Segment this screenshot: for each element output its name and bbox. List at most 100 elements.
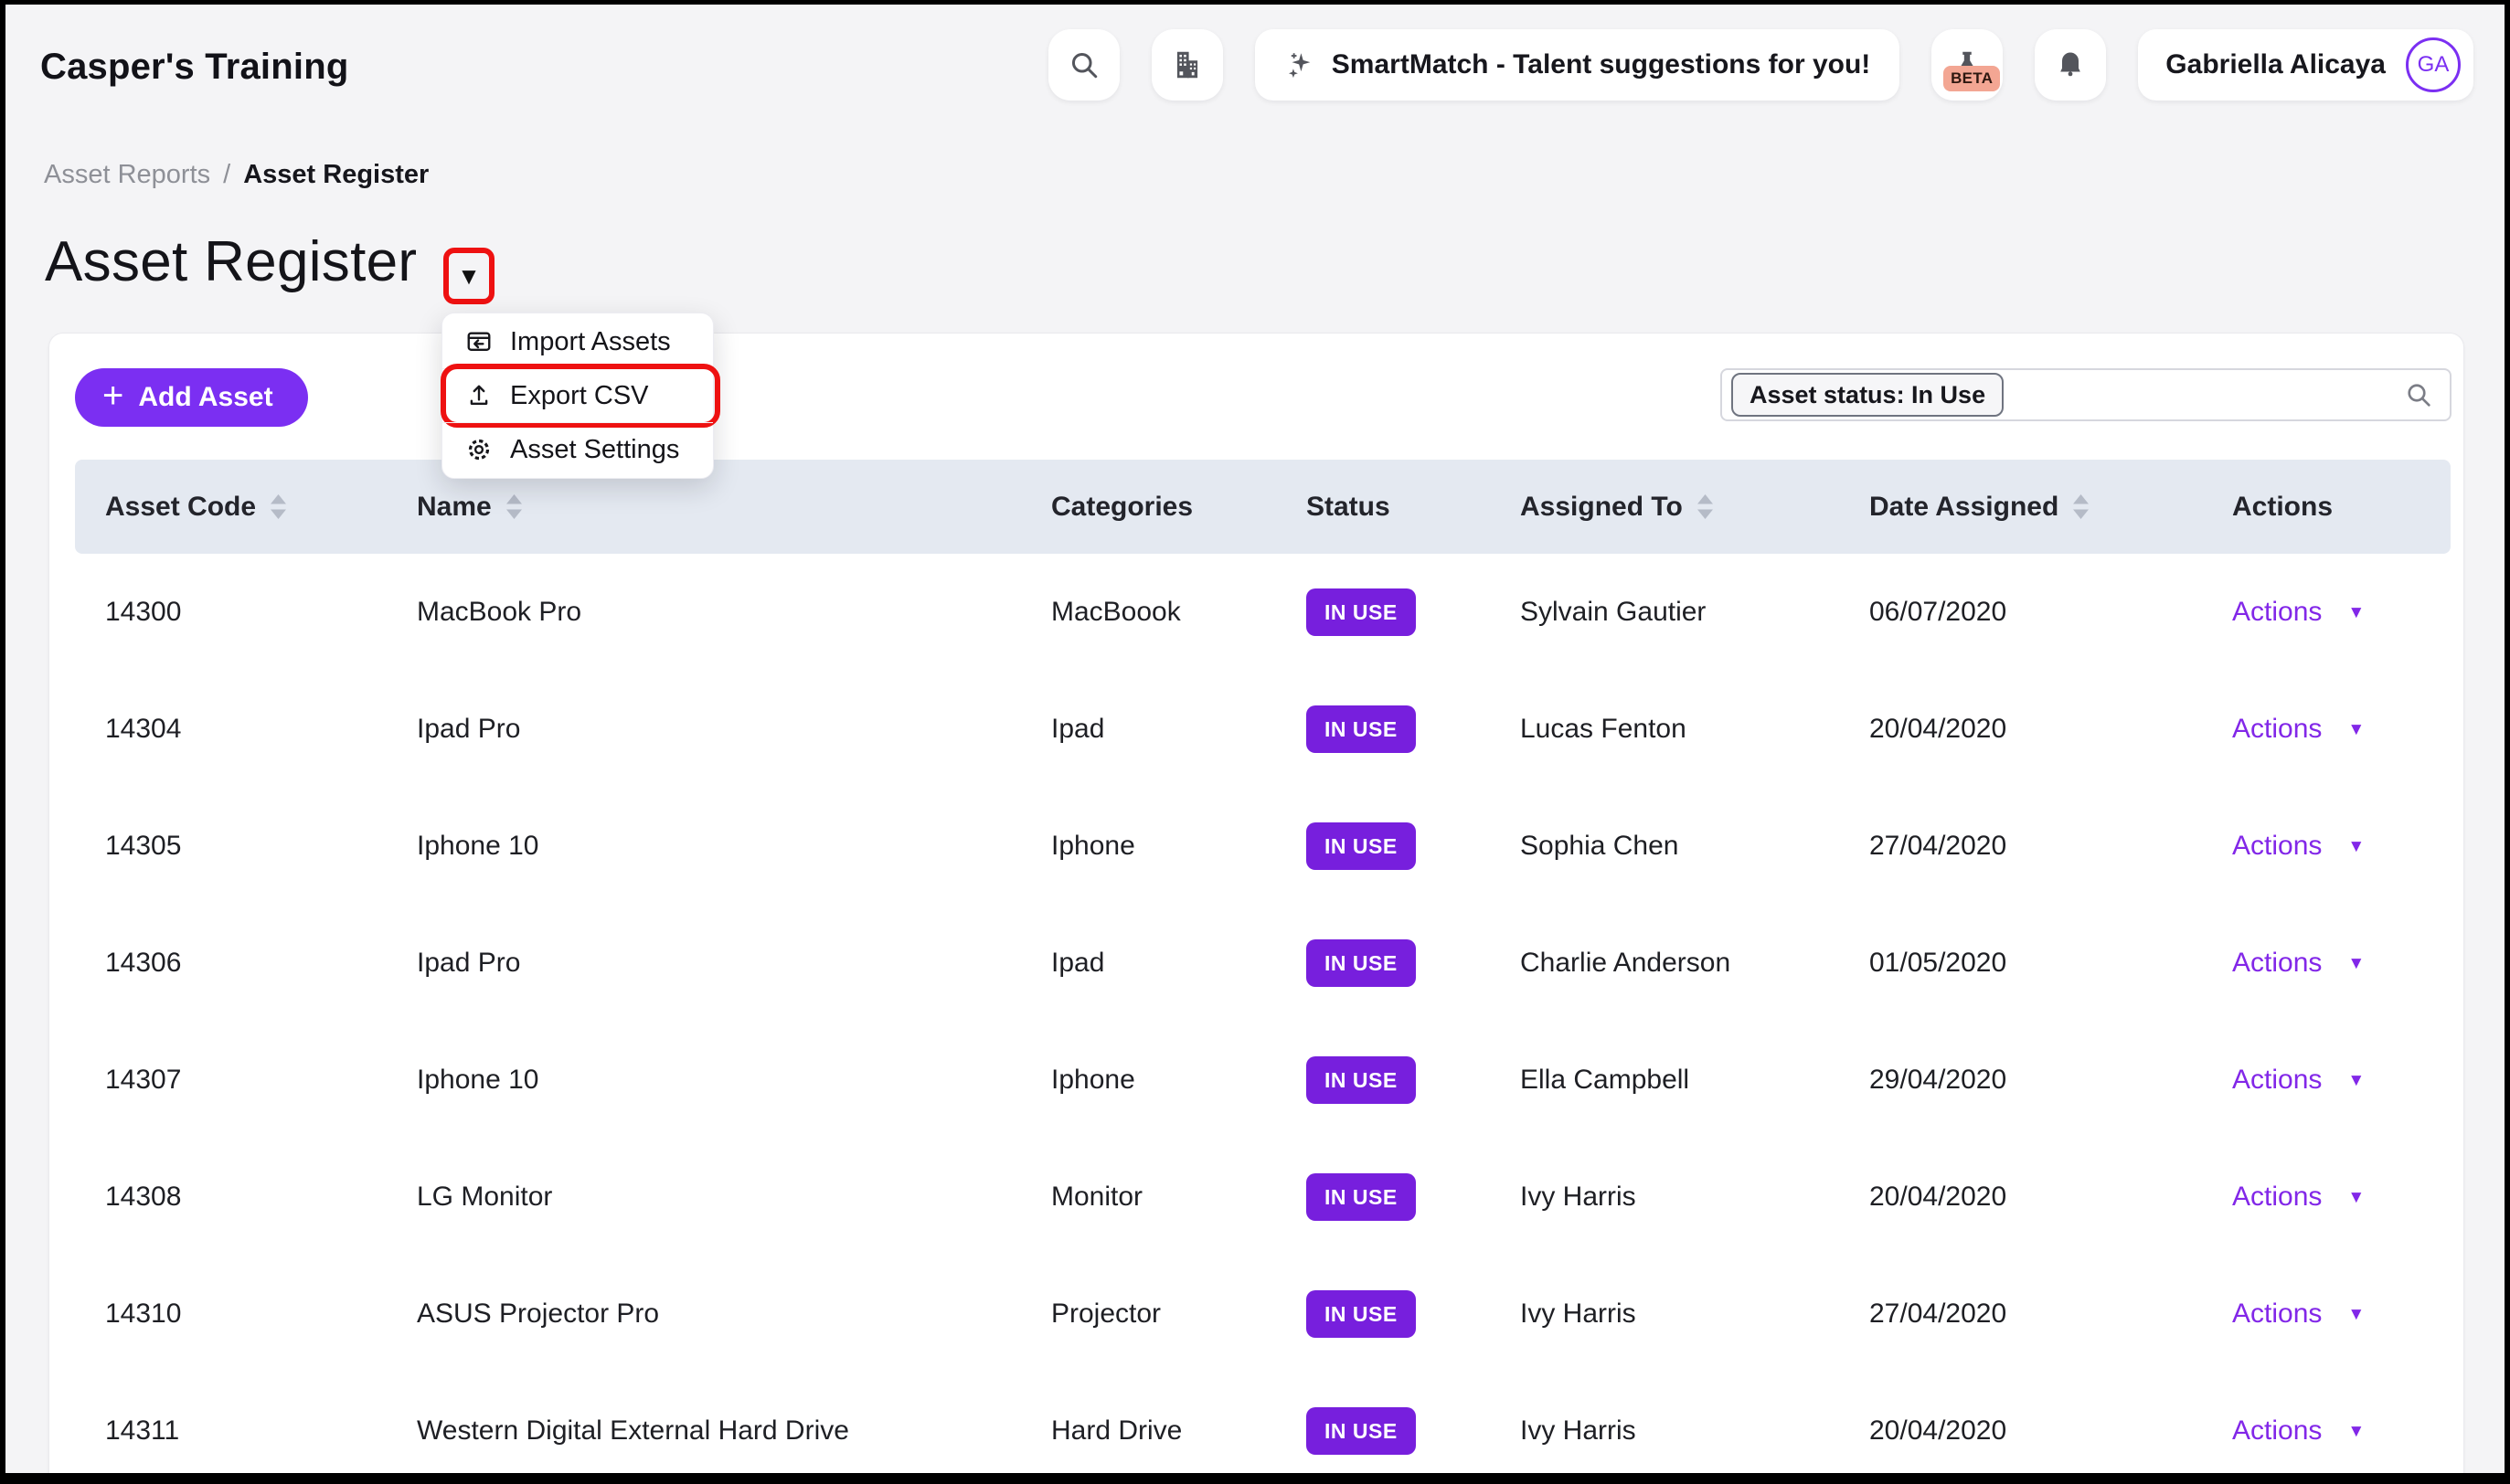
- status-badge: IN USE: [1306, 588, 1416, 636]
- actions-label: Actions: [2232, 597, 2322, 628]
- column-header-date-assigned[interactable]: Date Assigned: [1869, 492, 2232, 523]
- table-row: 14300MacBook ProMacBoookIN USESylvain Ga…: [75, 554, 2451, 671]
- actions-cell: Actions▼: [2232, 1065, 2451, 1096]
- date-assigned-cell: 29/04/2020: [1869, 1065, 2232, 1096]
- asset-code-cell: 14307: [105, 1065, 417, 1096]
- title-dropdown-button[interactable]: ▼: [443, 248, 495, 304]
- export-icon: [464, 382, 494, 409]
- status-badge: IN USE: [1306, 1290, 1416, 1338]
- title-dropdown-menu: Import Assets Export CSV Asset Settings: [441, 313, 714, 479]
- search-icon[interactable]: [2404, 380, 2433, 409]
- asset-name-cell: Ipad Pro: [417, 714, 1051, 745]
- date-assigned-cell: 20/04/2020: [1869, 714, 2232, 745]
- date-assigned-cell: 06/07/2020: [1869, 597, 2232, 628]
- asset-name-cell: Iphone 10: [417, 1065, 1051, 1096]
- actions-label: Actions: [2232, 714, 2322, 745]
- asset-name-cell: MacBook Pro: [417, 597, 1051, 628]
- sort-icon[interactable]: [505, 493, 523, 520]
- column-header-asset-code[interactable]: Asset Code: [105, 492, 417, 523]
- column-header-status: Status: [1306, 492, 1520, 523]
- menu-item-export-csv[interactable]: Export CSV: [442, 368, 713, 422]
- table-header-row: Asset CodeNameCategoriesStatusAssigned T…: [75, 460, 2451, 554]
- buildings-icon: [1170, 48, 1205, 82]
- status-cell: IN USE: [1306, 1173, 1520, 1221]
- asset-search-input[interactable]: Asset status: In Use: [1720, 368, 2452, 421]
- menu-item-import-assets[interactable]: Import Assets: [442, 315, 713, 368]
- actions-button[interactable]: Actions▼: [2232, 1298, 2365, 1330]
- asset-code-cell: 14311: [105, 1415, 417, 1447]
- actions-cell: Actions▼: [2232, 1298, 2451, 1330]
- chevron-down-icon: ▼: [2347, 1423, 2365, 1440]
- company-button[interactable]: [1152, 29, 1223, 101]
- table-body: 14300MacBook ProMacBoookIN USESylvain Ga…: [75, 554, 2451, 1473]
- category-cell: Iphone: [1051, 1065, 1306, 1096]
- actions-cell: Actions▼: [2232, 831, 2451, 862]
- breadcrumb-current: Asset Register: [243, 160, 429, 190]
- smartmatch-button[interactable]: SmartMatch - Talent suggestions for you!: [1255, 29, 1900, 101]
- actions-label: Actions: [2232, 1182, 2322, 1213]
- assigned-to-cell: Lucas Fenton: [1520, 714, 1869, 745]
- table-row: 14304Ipad ProIpadIN USELucas Fenton20/04…: [75, 671, 2451, 788]
- actions-button[interactable]: Actions ▼: [2232, 597, 2365, 628]
- sort-icon[interactable]: [270, 493, 287, 520]
- category-cell: Ipad: [1051, 948, 1306, 979]
- menu-item-asset-settings[interactable]: Asset Settings: [442, 422, 713, 476]
- chevron-down-icon: ▼: [2347, 1189, 2365, 1206]
- actions-button[interactable]: Actions▼: [2232, 1065, 2365, 1096]
- assigned-to-cell: Sophia Chen: [1520, 831, 1869, 862]
- add-asset-label: Add Asset: [138, 382, 272, 413]
- column-header-actions: Actions: [2232, 492, 2451, 523]
- sort-icon[interactable]: [2072, 493, 2090, 520]
- filter-chip-asset-status[interactable]: Asset status: In Use: [1731, 373, 2004, 417]
- search-button[interactable]: [1048, 29, 1120, 101]
- profile-button[interactable]: Gabriella Alicaya GA: [2138, 29, 2473, 101]
- table-row: 14310ASUS Projector ProProjectorIN USEIv…: [75, 1256, 2451, 1373]
- actions-cell: Actions▼: [2232, 948, 2451, 979]
- status-cell: IN USE: [1306, 822, 1520, 870]
- assigned-to-cell: Charlie Anderson: [1520, 948, 1869, 979]
- actions-label: Actions: [2232, 948, 2322, 979]
- asset-register-card: + Add Asset Asset status: In Use Asset C…: [48, 333, 2464, 1473]
- actions-button[interactable]: Actions ▼: [2232, 1182, 2365, 1213]
- actions-button[interactable]: Actions▼: [2232, 714, 2365, 745]
- screen: Casper's Training SmartMatch - Talent su…: [5, 5, 2505, 1473]
- actions-button[interactable]: Actions▼: [2232, 831, 2365, 862]
- actions-label: Actions: [2232, 831, 2322, 862]
- menu-item-label: Asset Settings: [510, 435, 679, 465]
- column-label: Actions: [2232, 492, 2333, 523]
- smartmatch-label: SmartMatch - Talent suggestions for you!: [1332, 49, 1871, 80]
- status-badge: IN USE: [1306, 822, 1416, 870]
- column-header-name[interactable]: Name: [417, 492, 1051, 523]
- app-title: Casper's Training: [40, 47, 348, 88]
- date-assigned-cell: 20/04/2020: [1869, 1182, 2232, 1213]
- sort-icon[interactable]: [1696, 493, 1714, 520]
- asset-code-cell: 14310: [105, 1298, 417, 1330]
- table-row: 14308LG MonitorMonitorIN USEIvy Harris20…: [75, 1139, 2451, 1256]
- status-badge: IN USE: [1306, 705, 1416, 753]
- add-asset-button[interactable]: + Add Asset: [75, 368, 308, 427]
- status-badge: IN USE: [1306, 1173, 1416, 1221]
- date-assigned-cell: 20/04/2020: [1869, 1415, 2232, 1447]
- breadcrumb-parent[interactable]: Asset Reports: [44, 160, 210, 190]
- asset-code-cell: 14304: [105, 714, 417, 745]
- category-cell: Iphone: [1051, 831, 1306, 862]
- bell-icon: [2054, 48, 2087, 81]
- status-cell: IN USE: [1306, 1056, 1520, 1104]
- actions-label: Actions: [2232, 1065, 2322, 1096]
- beta-badge: BETA: [1943, 66, 2000, 91]
- actions-button[interactable]: Actions▼: [2232, 948, 2365, 979]
- beta-labs-button[interactable]: BETA: [1931, 29, 2003, 101]
- table-row: 14305Iphone 10IphoneIN USESophia Chen27/…: [75, 788, 2451, 905]
- menu-item-label: Export CSV: [510, 381, 649, 411]
- status-cell: IN USE: [1306, 705, 1520, 753]
- chevron-down-icon: ▼: [2347, 604, 2365, 621]
- category-cell: Monitor: [1051, 1182, 1306, 1213]
- notifications-button[interactable]: [2035, 29, 2106, 101]
- actions-button[interactable]: Actions ▼: [2232, 1415, 2365, 1447]
- table-row: 14311Western Digital External Hard Drive…: [75, 1373, 2451, 1473]
- category-cell: Projector: [1051, 1298, 1306, 1330]
- actions-cell: Actions ▼: [2232, 1415, 2451, 1447]
- actions-label: Actions: [2232, 1298, 2322, 1330]
- actions-label: Actions: [2232, 1415, 2322, 1447]
- column-header-assigned-to[interactable]: Assigned To: [1520, 492, 1869, 523]
